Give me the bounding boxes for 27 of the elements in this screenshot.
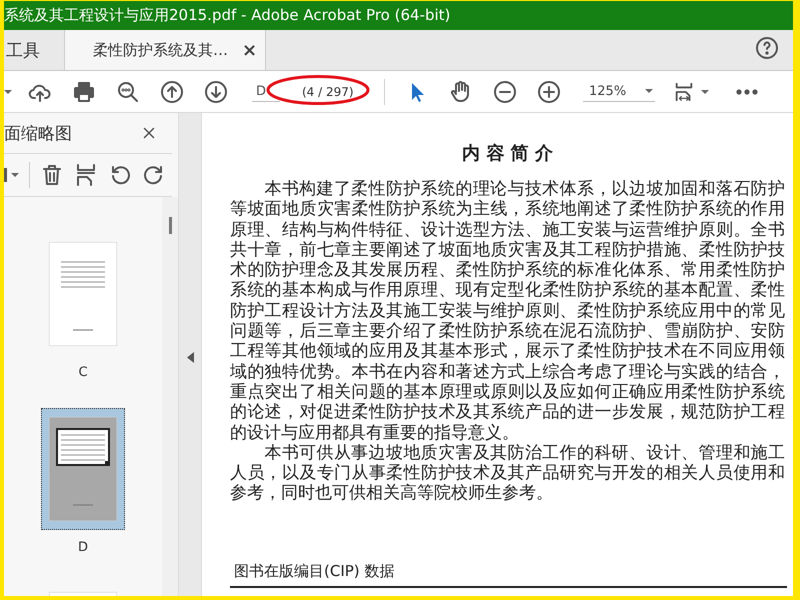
page-label: C xyxy=(78,365,88,380)
close-icon[interactable]: × xyxy=(242,40,258,60)
print-icon[interactable] xyxy=(72,80,96,104)
options-dropdown[interactable] xyxy=(4,162,30,188)
zoom-in-icon[interactable] xyxy=(537,80,561,104)
document-paragraph: 本书构建了柔性防护系统的理论与技术体系，以边坡加固和落石防护等坡面地质灾害柔性防护系统为主线，系统地阐述了柔性防护系统的作用原理、结构与构件特征、设计选型方法、施工安装与运营维护原则。全书共十章，前七章主要阐述了坡面地质灾害及其工程防护措施、柔性防护技术的防护理念及其发展历程、柔性防护系统的标准化体系、常用柔性防护系统的基本构成与作用原理、现有定型化柔性防护系统的基本配置、柔性防护工程设计方法及其施工安装与维护原则、柔性防护系统应用中的常见问题等，后三章主要介绍了柔性防护系统在泥石流防护、雪崩防护、安防工程等其他领域的应用及其基本形式，展示了柔性防护技术在不同应用领域的独特优势。本书在内容和著述方式上综合考虑了理论与实践的结合，重点突出了相关问题的基本原理或原则以及应如何正确应用柔性防护系统的论述，对促进柔性防护技术及其系统产品的进一步发展，规范防护工程的设计与应用都具有重要的指导意义。 xyxy=(230,179,785,443)
document-heading: 内 容 简 介 xyxy=(461,142,554,165)
collapse-arrow-icon[interactable] xyxy=(186,352,194,362)
document-paragraph: 本书可供从事边坡地质灾害及其防治工作的科研、设计、管理和施工人员，以及专门从事柔性防护技术及其产品研究与开发的相关人员使用和参考，同时也可供相关高等院校师生参考。 xyxy=(230,442,785,504)
page-thumbnail-button[interactable] xyxy=(41,408,125,530)
page-count: (4 / 297) xyxy=(302,84,355,98)
zoom-out-icon[interactable] xyxy=(493,80,517,104)
caret-icon[interactable] xyxy=(701,90,709,94)
zoom-field[interactable]: 125% xyxy=(583,82,655,102)
scrollbar-thumb[interactable] xyxy=(168,217,172,234)
help-icon[interactable] xyxy=(755,36,779,60)
pane-title: 面缩略图 xyxy=(4,122,72,144)
window-title: 系统及其工程设计与应用2015.pdf - Adobe Acrobat Pro (64-bit) xyxy=(4,6,450,25)
tab[interactable]: 工具 xyxy=(4,30,64,70)
page-label: D xyxy=(78,540,88,555)
tab[interactable]: 柔性防护系统及其… × xyxy=(64,30,266,70)
trash-icon[interactable] xyxy=(40,163,64,187)
page-number-field[interactable]: D xyxy=(252,82,280,102)
caret-icon[interactable] xyxy=(4,90,12,94)
search-icon[interactable] xyxy=(116,80,140,104)
extract-page-icon[interactable] xyxy=(74,163,98,187)
cip-heading: 图书在版编目(CIP) 数据 xyxy=(234,562,396,582)
